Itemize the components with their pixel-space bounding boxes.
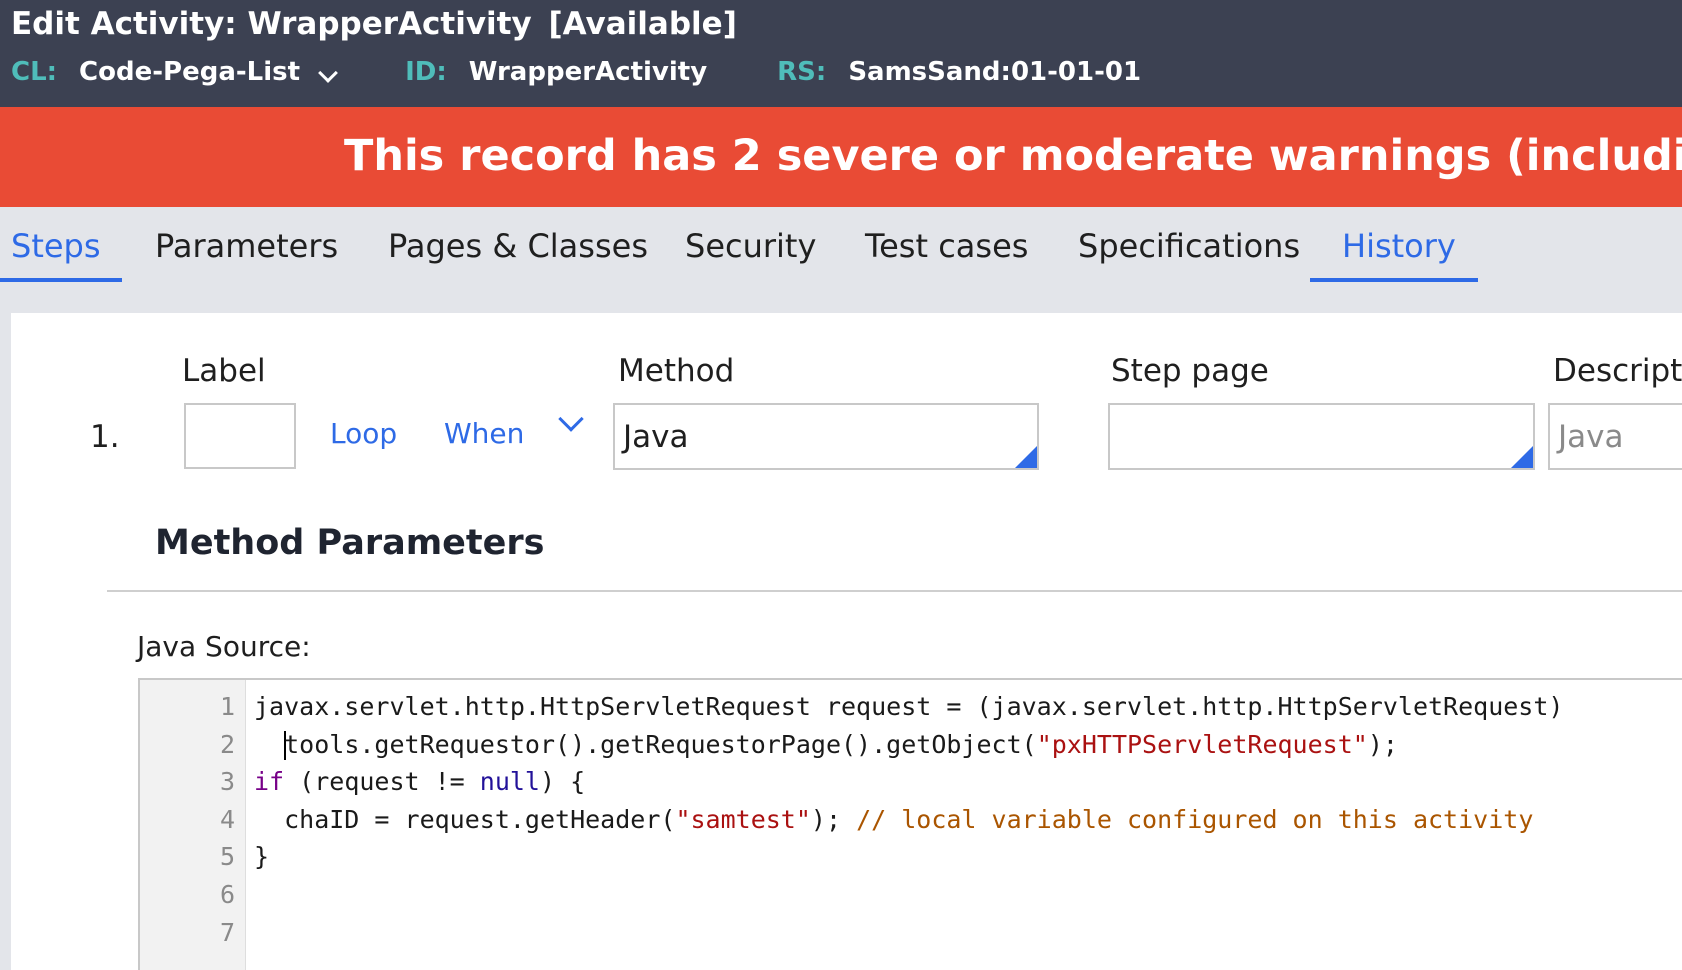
code-line[interactable]: chaID = request.getHeader("samtest"); //… <box>254 805 1533 834</box>
line-number-gutter: 1 2 3 4 5 6 7 <box>140 680 246 970</box>
code-token: // local variable configured on this act… <box>856 804 1534 834</box>
loop-link[interactable]: Loop <box>330 417 397 450</box>
record-title-text: Edit Activity: WrapperActivity <box>11 6 532 42</box>
code-token: if <box>254 767 285 797</box>
code-token: ); <box>1367 729 1398 759</box>
tab-steps-underline <box>0 278 122 282</box>
code-token: ) { <box>540 767 586 797</box>
code-line[interactable]: tools.getRequestor().getRequestorPage().… <box>254 730 1398 761</box>
step-page-header: Step page <box>1111 353 1269 389</box>
code-token: javax.servlet.http.HttpServletRequest re… <box>254 692 1564 721</box>
line-number: 4 <box>219 804 235 834</box>
method-value: Java <box>623 419 689 455</box>
line-number: 2 <box>219 729 235 759</box>
description-header: Descripti <box>1553 353 1682 389</box>
class-dropdown[interactable]: Code-Pega-List <box>79 57 339 87</box>
code-token: ); <box>810 804 857 834</box>
ruleset-value: SamsSand:01-01-01 <box>848 57 1142 87</box>
availability-status: [Available] <box>548 6 737 42</box>
record-meta: CL: Code-Pega-List ID: WrapperActivity R… <box>11 57 1141 87</box>
java-source-label: Java Source: <box>137 630 311 663</box>
description-field[interactable]: Java <box>1548 403 1682 470</box>
code-token: } <box>254 842 270 872</box>
record-header: Edit Activity: WrapperActivity [Availabl… <box>0 0 1682 107</box>
line-number: 1 <box>219 692 235 721</box>
step-label-input[interactable] <box>184 403 296 469</box>
method-field[interactable]: Java <box>613 403 1039 470</box>
line-number: 6 <box>219 880 235 909</box>
tab-bar: Steps Parameters Pages & Classes Securit… <box>0 207 1682 284</box>
step-page-field[interactable] <box>1108 403 1535 470</box>
code-token: (request != <box>284 767 480 797</box>
code-token: "samtest" <box>675 804 811 834</box>
step-number: 1. <box>90 419 120 455</box>
line-number: 3 <box>219 767 235 797</box>
steps-panel: Label Method Step page Descripti 1. Loop… <box>11 313 1682 970</box>
label-header: Label <box>182 353 266 389</box>
when-link[interactable]: When <box>444 417 524 450</box>
autocomplete-corner-icon <box>1015 446 1037 468</box>
tab-parameters[interactable]: Parameters <box>155 227 338 265</box>
section-divider <box>107 590 1682 592</box>
autocomplete-corner-icon <box>1511 446 1533 468</box>
ruleset-key: RS: <box>777 57 827 87</box>
method-header: Method <box>618 353 735 389</box>
description-value: Java <box>1558 419 1624 455</box>
tab-security[interactable]: Security <box>685 227 816 265</box>
class-key: CL: <box>11 57 58 87</box>
id-key: ID: <box>405 57 447 87</box>
tab-test-cases[interactable]: Test cases <box>865 227 1028 265</box>
tab-history[interactable]: History <box>1342 227 1456 265</box>
code-token: chaID = request.getHeader( <box>254 804 676 834</box>
code-token: tools.getRequestor().getRequestorPage().… <box>284 729 1037 759</box>
chevron-down-icon[interactable] <box>318 63 339 83</box>
method-parameters-title: Method Parameters <box>155 523 545 563</box>
chevron-down-icon[interactable] <box>558 406 584 432</box>
code-line[interactable]: if (request != null) { <box>254 767 585 796</box>
tab-specifications[interactable]: Specifications <box>1078 227 1300 265</box>
code-line[interactable]: javax.servlet.http.HttpServletRequest re… <box>254 692 1563 721</box>
java-source-editor[interactable]: 1 2 3 4 5 6 7 javax.servlet.http.HttpServletRe… <box>138 678 1682 970</box>
tab-steps[interactable]: Steps <box>11 227 101 265</box>
code-token: null <box>479 767 540 797</box>
tab-pages-classes[interactable]: Pages & Classes <box>388 227 648 265</box>
line-number: 7 <box>219 917 235 947</box>
class-value: Code-Pega-List <box>79 57 301 87</box>
code-token: "pxHTTPServletRequest" <box>1036 729 1368 759</box>
code-line[interactable]: } <box>254 842 269 871</box>
warning-text: This record has 2 severe or moderate war… <box>344 131 1682 181</box>
line-number: 5 <box>219 842 235 872</box>
tab-history-underline <box>1310 278 1478 282</box>
id-value: WrapperActivity <box>468 57 708 87</box>
record-title: Edit Activity: WrapperActivity [Availabl… <box>11 6 737 42</box>
warning-banner[interactable]: This record has 2 severe or moderate war… <box>0 107 1682 207</box>
